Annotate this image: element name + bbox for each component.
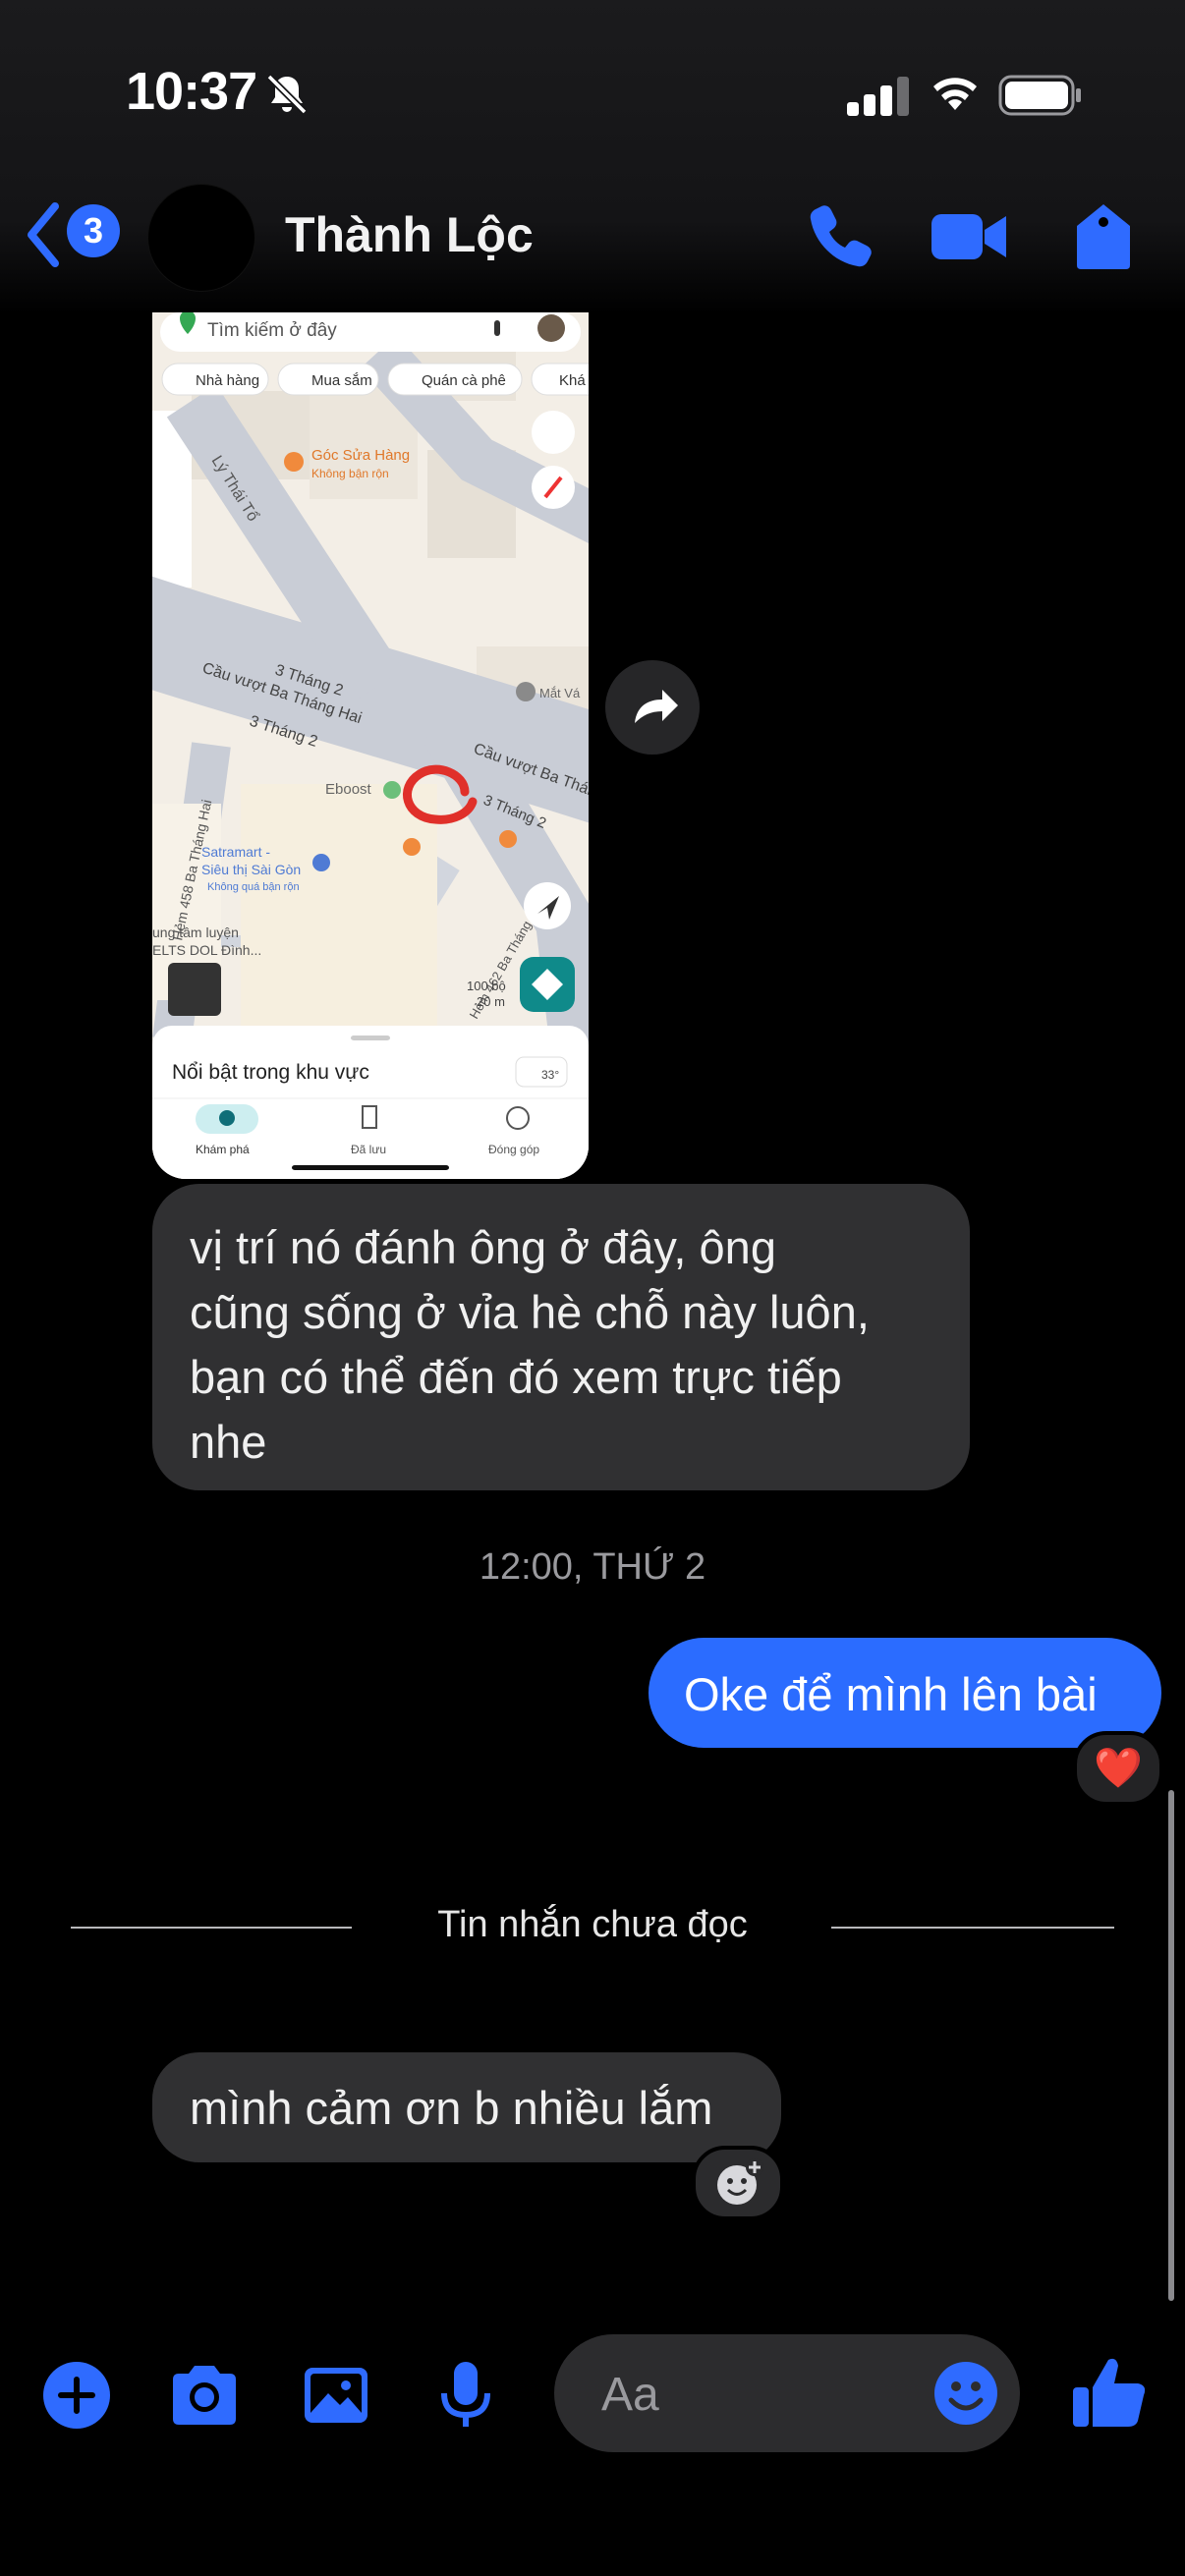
- map-nav-label: Đóng góp: [488, 1143, 539, 1156]
- map-chip: Khá: [559, 372, 586, 389]
- map-label: Mắt Vá: [539, 686, 581, 700]
- plus-icon[interactable]: [39, 2358, 114, 2433]
- map-nav-label: Đã lưu: [351, 1143, 386, 1156]
- status-time: 10:37: [126, 62, 257, 121]
- map-label: Góc Sửa Hàng: [311, 447, 410, 464]
- map-label: Không bận rộn: [311, 467, 389, 480]
- map-search-placeholder: Tìm kiếm ở đây: [207, 320, 337, 341]
- map-weather: 33°: [541, 1068, 559, 1082]
- message-composer[interactable]: [554, 2334, 1020, 2454]
- unread-count-badge: 3: [67, 204, 120, 257]
- message-text-line: bạn có thể đến đó xem trực tiếp: [190, 1351, 842, 1403]
- map-screenshot-image[interactable]: Tìm kiếm ở đây Nhà hàng Mua sắm Quán cà …: [152, 312, 589, 1179]
- message-text: mình cảm ơn b nhiều lắm: [190, 2082, 713, 2134]
- add-reaction-button[interactable]: [692, 2146, 784, 2220]
- message-text-line: vị trí nó đánh ông ở đây, ông: [190, 1221, 776, 1273]
- tag-icon[interactable]: [1067, 200, 1140, 273]
- microphone-icon[interactable]: [428, 2358, 503, 2433]
- photo-gallery-icon[interactable]: [299, 2358, 373, 2433]
- heart-icon: ❤️: [1094, 1747, 1143, 1790]
- chevron-left-icon: [28, 202, 59, 267]
- cellular-signal-icon: [847, 77, 909, 116]
- battery-icon: [998, 75, 1081, 116]
- smiley-add-icon: [717, 2158, 763, 2205]
- map-nav-label: Khám phá: [196, 1143, 250, 1156]
- map-label: Không quá bận rộn: [207, 881, 300, 893]
- phone-icon[interactable]: [804, 200, 876, 273]
- avatar[interactable]: [147, 184, 255, 292]
- bell-muted-icon: [266, 74, 308, 115]
- outgoing-message-bubble[interactable]: Oke để mình lên bài: [649, 1638, 1161, 1748]
- forward-arrow-icon: [635, 690, 678, 723]
- emoji-icon[interactable]: [931, 2359, 1000, 2428]
- message-input[interactable]: [599, 2334, 918, 2454]
- message-text-line: nhe: [190, 1416, 267, 1468]
- map-label: Eboost: [325, 781, 372, 798]
- map-label: ung tâm luyện: [152, 924, 239, 940]
- camera-icon[interactable]: [167, 2358, 242, 2433]
- map-chip: Nhà hàng: [196, 372, 259, 389]
- scrollbar[interactable]: [1168, 1790, 1174, 2301]
- heart-reaction[interactable]: ❤️: [1073, 1731, 1163, 1806]
- message-text: Oke để mình lên bài: [684, 1668, 1098, 1720]
- message-text-line: cũng sống ở vỉa hè chỗ này luôn,: [190, 1286, 870, 1338]
- contact-name[interactable]: Thành Lộc: [285, 206, 534, 263]
- map-chip: Mua sắm: [311, 372, 372, 389]
- back-button[interactable]: 3: [20, 196, 122, 275]
- incoming-message-bubble[interactable]: vị trí nó đánh ông ở đây, ông cũng sống …: [152, 1184, 970, 1490]
- map-chip: Quán cà phê: [422, 372, 506, 389]
- map-label: Satramart -: [201, 844, 270, 860]
- map-label: Siêu thị Sài Gòn: [201, 862, 301, 877]
- map-canvas: Tìm kiếm ở đây Nhà hàng Mua sắm Quán cà …: [152, 312, 589, 1179]
- incoming-message-bubble[interactable]: mình cảm ơn b nhiều lắm: [152, 2052, 781, 2162]
- map-scale: 100 bộ: [467, 979, 506, 993]
- thumbs-up-icon[interactable]: [1069, 2352, 1150, 2433]
- share-button[interactable]: [605, 660, 700, 755]
- map-label: ELTS DOL Đình...: [152, 942, 261, 958]
- video-call-icon[interactable]: [928, 200, 1010, 273]
- map-scale: 20 m: [477, 994, 505, 1009]
- unread-messages-divider: Tin nhắn chưa đọc: [437, 1904, 748, 1945]
- wifi-icon: [933, 78, 977, 110]
- message-timestamp: 12:00, THỨ 2: [479, 1546, 706, 1588]
- map-sheet-title: Nổi bật trong khu vực: [172, 1061, 369, 1084]
